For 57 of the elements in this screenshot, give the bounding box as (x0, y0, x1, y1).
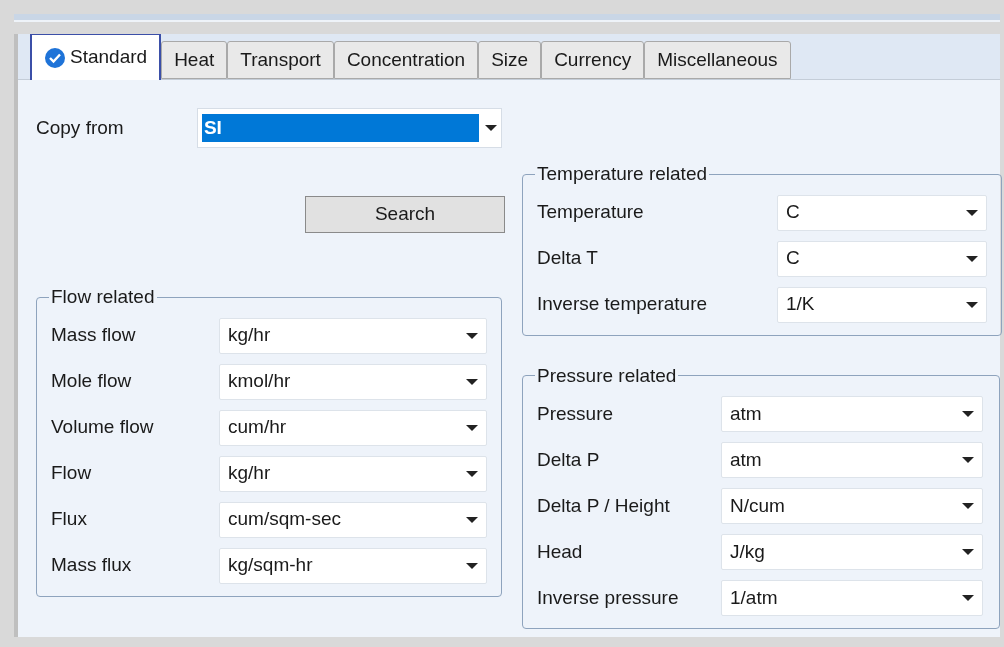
tab[interactable]: Miscellaneous (644, 41, 791, 79)
caret-icon (485, 125, 497, 131)
dropdown[interactable]: J/kg (721, 534, 983, 570)
dropdown[interactable]: cum/hr (219, 409, 487, 446)
caret-icon (466, 562, 478, 569)
group-title: Pressure related (536, 363, 678, 388)
dropdown[interactable]: 1/K (777, 286, 987, 323)
field-label: Inverse pressure (537, 585, 680, 610)
field-label: Flux (51, 507, 88, 532)
dropdown[interactable]: kg/hr (219, 317, 487, 354)
dropdown[interactable]: 1/atm (721, 580, 983, 616)
caret-icon (966, 209, 978, 216)
field-label: Delta P (537, 447, 601, 472)
field-label: Pressure (537, 401, 615, 426)
caret-icon (962, 549, 974, 555)
field-label: Mass flow (51, 323, 137, 348)
caret-icon (966, 255, 978, 262)
tab[interactable]: Standard (30, 34, 162, 80)
dropdown[interactable]: SI (196, 108, 502, 148)
tab[interactable]: Currency (541, 41, 645, 79)
caret-icon (466, 424, 478, 431)
field-label: Mass flux (51, 553, 133, 578)
caret-icon (962, 457, 974, 463)
dropdown[interactable]: kg/sqm-hr (219, 547, 487, 584)
caret-icon (466, 378, 478, 385)
dropdown[interactable]: cum/sqm-sec (219, 501, 487, 538)
dropdown[interactable]: atm (721, 396, 983, 432)
dropdown[interactable]: atm (721, 442, 983, 478)
caret-icon (466, 332, 478, 339)
tab[interactable]: Size (478, 41, 542, 79)
field-label: Inverse temperature (537, 292, 709, 317)
field-label: Delta T (537, 246, 599, 271)
caret-icon (962, 595, 974, 601)
dropdown[interactable]: C (777, 240, 987, 277)
caret-icon (466, 516, 478, 523)
caret-icon (962, 503, 974, 509)
field-label: Head (537, 539, 584, 564)
field-label: Mole flow (51, 369, 133, 394)
field-label: Copy from (36, 115, 125, 140)
dropdown[interactable]: kg/hr (219, 455, 487, 492)
field-label: Delta P / Height (537, 493, 671, 518)
tab[interactable]: Heat (161, 41, 228, 79)
tab[interactable]: Transport (227, 41, 334, 79)
dropdown[interactable]: N/cum (721, 488, 983, 524)
dropdown[interactable]: C (777, 194, 987, 231)
caret-icon (466, 470, 478, 477)
search-button[interactable]: Search (305, 196, 505, 233)
check-icon (44, 46, 66, 69)
group-title: Flow related (50, 285, 156, 309)
tab[interactable]: Concentration (333, 41, 479, 79)
field-label: Flow (51, 461, 93, 486)
field-label: Temperature (537, 200, 645, 225)
caret-icon (966, 301, 978, 308)
caret-icon (962, 411, 974, 417)
field-label: Volume flow (51, 415, 155, 440)
group-title: Temperature related (536, 162, 709, 186)
dropdown[interactable]: kmol/hr (219, 363, 487, 400)
